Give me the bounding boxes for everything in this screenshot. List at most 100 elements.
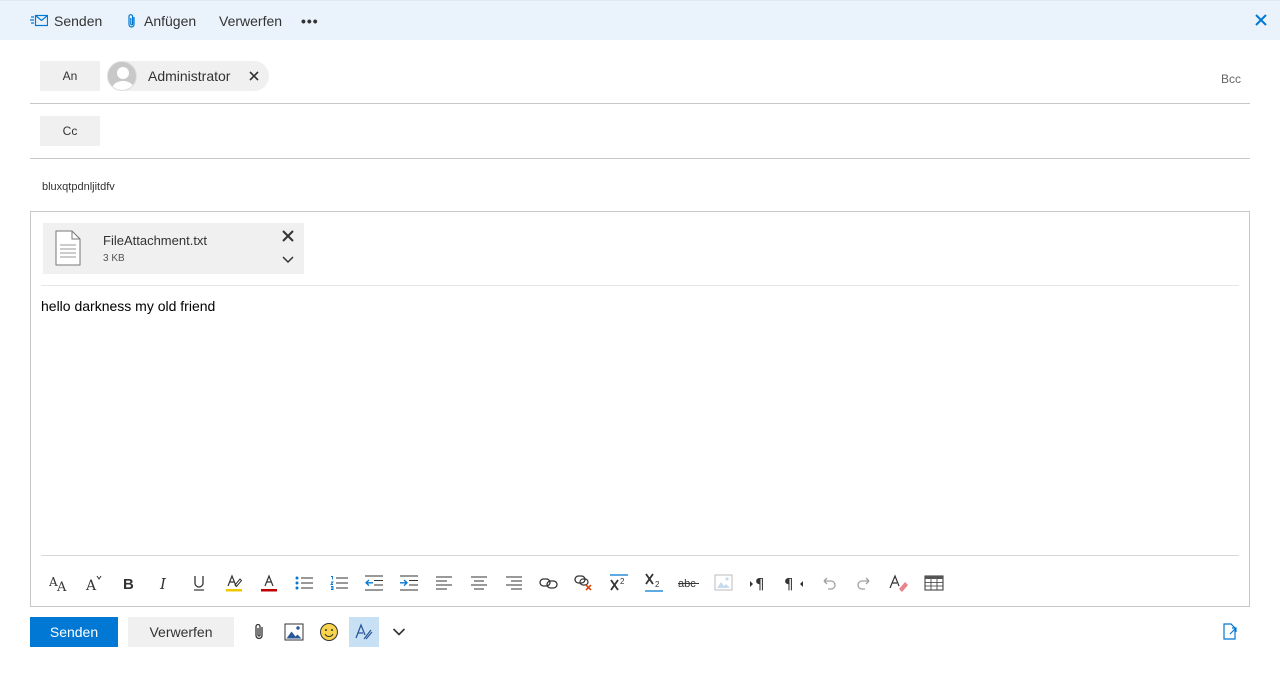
format-toolbar: A A A B I 2 2 abc ¶ ¶ bbox=[41, 569, 951, 597]
ltr-button[interactable]: ¶ bbox=[741, 569, 776, 597]
bold-icon: B bbox=[123, 576, 134, 591]
image-icon bbox=[714, 574, 732, 591]
more-options-button[interactable] bbox=[384, 617, 414, 647]
attachment-size: 3 KB bbox=[103, 253, 125, 264]
undo-button[interactable] bbox=[811, 569, 846, 597]
table-icon bbox=[924, 575, 943, 591]
align-center-icon bbox=[470, 576, 487, 590]
remove-attachment-icon[interactable] bbox=[282, 230, 294, 242]
document-icon bbox=[55, 230, 81, 266]
more-icon: ••• bbox=[301, 13, 319, 29]
bullets-icon bbox=[295, 576, 313, 590]
paperclip-icon bbox=[128, 14, 135, 28]
bcc-link[interactable]: Bcc bbox=[1221, 72, 1241, 86]
message-editor[interactable]: FileAttachment.txt 3 KB hello darkness m… bbox=[30, 211, 1250, 607]
chevron-down-icon bbox=[392, 628, 406, 636]
format-pen-icon bbox=[355, 623, 373, 640]
table-button[interactable] bbox=[916, 569, 951, 597]
align-right-icon bbox=[505, 576, 522, 590]
attachment-card[interactable]: FileAttachment.txt 3 KB bbox=[43, 223, 304, 274]
command-bar: Senden Anfügen Verwerfen ••• bbox=[0, 0, 1280, 40]
clear-format-button[interactable] bbox=[881, 569, 916, 597]
close-icon[interactable] bbox=[1252, 11, 1270, 29]
attach-button[interactable] bbox=[244, 617, 274, 647]
font-grow-button[interactable]: A bbox=[76, 569, 111, 597]
subscript-button[interactable]: 2 bbox=[636, 569, 671, 597]
chevron-down-icon[interactable] bbox=[282, 256, 294, 264]
indent-button[interactable] bbox=[391, 569, 426, 597]
divider bbox=[30, 103, 1250, 104]
numbering-button[interactable] bbox=[321, 569, 356, 597]
more-command[interactable]: ••• bbox=[301, 1, 319, 41]
svg-text:B: B bbox=[123, 576, 134, 591]
recipient-name: Administrator bbox=[148, 68, 231, 84]
italic-button[interactable]: I bbox=[146, 569, 181, 597]
cc-button[interactable]: Cc bbox=[40, 116, 100, 146]
insert-image-button[interactable] bbox=[706, 569, 741, 597]
subject-input[interactable]: bluxqtpdnljitdfv bbox=[30, 172, 1250, 202]
send-button[interactable]: Senden bbox=[30, 617, 118, 647]
rtl-button[interactable]: ¶ bbox=[776, 569, 811, 597]
avatar bbox=[107, 61, 137, 91]
smiley-icon bbox=[320, 623, 338, 641]
ltr-icon: ¶ bbox=[749, 575, 765, 591]
attach-command[interactable]: Anfügen bbox=[126, 1, 196, 41]
underline-icon bbox=[193, 576, 204, 591]
popout-button[interactable] bbox=[1215, 617, 1245, 647]
bold-button[interactable]: B bbox=[111, 569, 146, 597]
superscript-icon: 2 bbox=[609, 574, 628, 591]
strikethrough-icon: abc bbox=[677, 578, 699, 590]
highlight-icon bbox=[225, 574, 242, 592]
attachment-filename: FileAttachment.txt bbox=[103, 233, 208, 248]
align-right-button[interactable] bbox=[496, 569, 531, 597]
svg-text:¶: ¶ bbox=[784, 575, 794, 591]
font-color-icon bbox=[260, 574, 277, 592]
divider bbox=[30, 158, 1250, 159]
subscript-icon: 2 bbox=[644, 573, 663, 592]
action-bar: Senden Verwerfen bbox=[0, 617, 1280, 647]
unlink-icon bbox=[573, 575, 592, 591]
outdent-button[interactable] bbox=[356, 569, 391, 597]
message-body[interactable]: hello darkness my old friend bbox=[41, 298, 215, 314]
paperclip-icon bbox=[255, 623, 263, 640]
bullets-button[interactable] bbox=[286, 569, 321, 597]
redo-button[interactable] bbox=[846, 569, 881, 597]
format-toggle-button[interactable] bbox=[349, 617, 379, 647]
discard-button[interactable]: Verwerfen bbox=[128, 617, 234, 647]
font-color-button[interactable] bbox=[251, 569, 286, 597]
discard-command[interactable]: Verwerfen bbox=[219, 1, 282, 41]
unlink-button[interactable] bbox=[566, 569, 601, 597]
svg-text:A: A bbox=[85, 578, 97, 592]
insert-picture-button[interactable] bbox=[279, 617, 309, 647]
underline-button[interactable] bbox=[181, 569, 216, 597]
font-size-button[interactable]: A A bbox=[41, 569, 76, 597]
link-button[interactable] bbox=[531, 569, 566, 597]
picture-icon bbox=[284, 623, 304, 641]
strikethrough-button[interactable]: abc bbox=[671, 569, 706, 597]
svg-text:¶: ¶ bbox=[755, 575, 765, 591]
align-center-button[interactable] bbox=[461, 569, 496, 597]
recipient-chip[interactable]: Administrator bbox=[107, 61, 269, 91]
svg-text:A: A bbox=[56, 580, 67, 592]
subject-value: bluxqtpdnljitdfv bbox=[42, 181, 115, 193]
highlight-button[interactable] bbox=[216, 569, 251, 597]
font-size-grow-icon: A bbox=[85, 575, 101, 592]
svg-text:I: I bbox=[159, 575, 167, 591]
to-button[interactable]: An bbox=[40, 61, 100, 91]
rtl-icon: ¶ bbox=[784, 575, 803, 591]
redo-icon bbox=[856, 577, 869, 590]
emoji-button[interactable] bbox=[314, 617, 344, 647]
send-command[interactable]: Senden bbox=[30, 1, 102, 41]
link-icon bbox=[538, 578, 558, 589]
remove-recipient-icon[interactable] bbox=[249, 71, 259, 81]
undo-icon bbox=[823, 577, 836, 590]
align-left-button[interactable] bbox=[426, 569, 461, 597]
attach-command-label: Anfügen bbox=[144, 13, 197, 29]
svg-text:2: 2 bbox=[655, 580, 660, 589]
italic-icon: I bbox=[159, 575, 167, 591]
font-size-icon: A A bbox=[49, 575, 67, 592]
outdent-icon bbox=[364, 575, 383, 591]
discard-command-label: Verwerfen bbox=[219, 13, 283, 29]
superscript-button[interactable]: 2 bbox=[601, 569, 636, 597]
person-icon bbox=[112, 67, 134, 90]
